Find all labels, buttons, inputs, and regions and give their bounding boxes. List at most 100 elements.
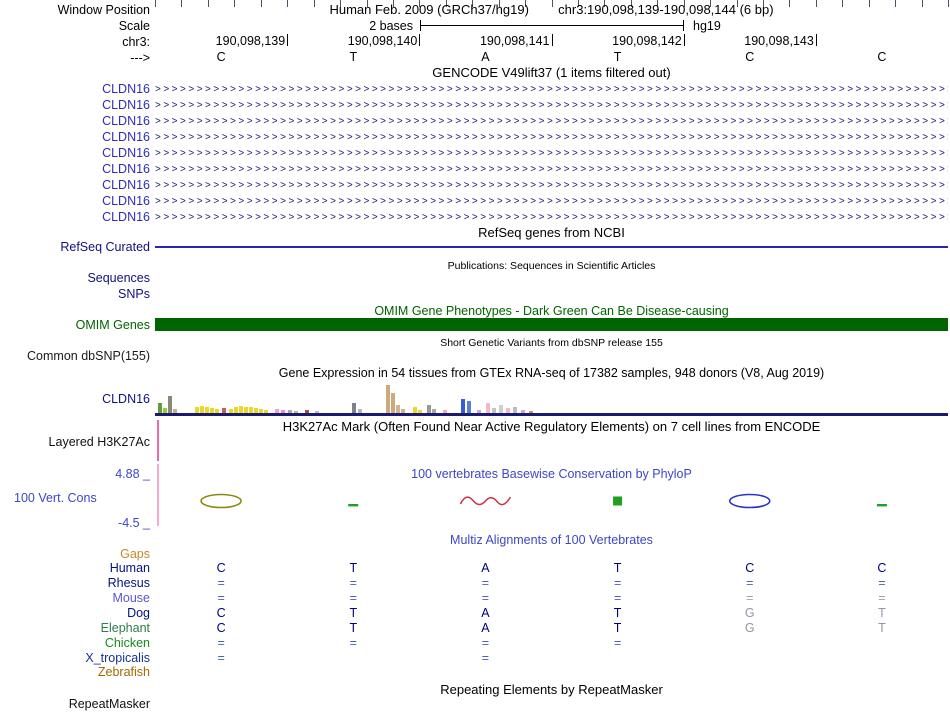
gene-track-label[interactable]: CLDN16 <box>0 114 150 128</box>
alignment-cell: = <box>217 591 225 605</box>
species-label[interactable]: Elephant <box>0 621 150 635</box>
species-label[interactable]: Rhesus <box>0 576 150 590</box>
genome-label: hg19 <box>693 19 721 33</box>
gene-track-label[interactable]: CLDN16 <box>0 210 150 224</box>
gtex-expression-bar[interactable] <box>427 405 431 413</box>
snps-track-label[interactable]: SNPs <box>0 287 150 301</box>
species-label[interactable]: Human <box>0 561 150 575</box>
gtex-expression-bar[interactable] <box>461 399 465 413</box>
dbsnp-track-label[interactable]: Common dbSNP(155) <box>0 349 150 363</box>
conservation-mark <box>613 496 623 506</box>
gtex-expression-bar[interactable] <box>486 403 490 413</box>
base-letter: C <box>745 50 755 64</box>
scale-label: Scale <box>118 19 150 33</box>
alignment-cell: T <box>349 561 358 575</box>
omim-title[interactable]: OMIM Gene Phenotypes - Dark Green Can Be… <box>155 304 948 318</box>
refseq-curated-line[interactable] <box>155 246 948 248</box>
gene-track-label[interactable]: CLDN16 <box>0 82 150 96</box>
alignment-cell: = <box>349 636 357 650</box>
scale-value: 2 bases <box>369 19 413 33</box>
species-label[interactable]: X_tropicalis <box>0 651 150 665</box>
h3k27ac-title[interactable]: H3K27Ac Mark (Often Found Near Active Re… <box>155 420 948 434</box>
gene-structure-row[interactable]: >>>>>>>>>>>>>>>>>>>>>>>>>>>>>>>>>>>>>>>>… <box>155 146 948 161</box>
gene-track-label[interactable]: CLDN16 <box>0 162 150 176</box>
refseq-title[interactable]: RefSeq genes from NCBI <box>155 226 948 240</box>
gene-structure-row[interactable]: >>>>>>>>>>>>>>>>>>>>>>>>>>>>>>>>>>>>>>>>… <box>155 130 948 145</box>
alignment-cell: C <box>216 606 226 620</box>
gtex-expression-bar[interactable] <box>467 401 471 413</box>
coordinate-label: 190,098,141 <box>479 34 550 48</box>
conservation-mark <box>728 493 771 509</box>
chrom-label: chr3: <box>122 35 150 49</box>
refseq-curated-track-label[interactable]: RefSeq Curated <box>0 240 150 254</box>
conservation-mark <box>348 504 359 507</box>
gene-track-label[interactable]: CLDN16 <box>0 194 150 208</box>
gtex-expression-bar[interactable] <box>499 405 503 413</box>
assembly-name: Human Feb. 2009 (GRCh37/hg19) <box>329 2 529 17</box>
repeatmasker-title[interactable]: Repeating Elements by RepeatMasker <box>155 683 948 697</box>
alignment-cell: T <box>613 561 622 575</box>
base-letter: T <box>613 50 622 64</box>
gene-track-label[interactable]: CLDN16 <box>0 130 150 144</box>
gtex-baseline <box>155 413 948 416</box>
species-label[interactable]: Zebrafish <box>0 665 150 679</box>
phylop-conservation-track <box>200 493 887 509</box>
alignment-cell: C <box>216 621 226 635</box>
gene-structure-row[interactable]: >>>>>>>>>>>>>>>>>>>>>>>>>>>>>>>>>>>>>>>>… <box>155 82 948 97</box>
omim-genes-track-label[interactable]: OMIM Genes <box>0 318 150 332</box>
phylop-min-label: -4.5 _ <box>118 516 150 530</box>
multiz-title[interactable]: Multiz Alignments of 100 Vertebrates <box>155 533 948 547</box>
species-label[interactable]: Gaps <box>0 547 150 561</box>
gene-track-label[interactable]: CLDN16 <box>0 146 150 160</box>
alignment-cell: T <box>613 621 622 635</box>
scale-bar-left-tick <box>420 20 421 31</box>
h3k27ac-signal-line <box>157 420 159 461</box>
publications-title[interactable]: Publications: Sequences in Scientific Ar… <box>155 259 948 273</box>
h3k27ac-track-label[interactable]: Layered H3K27Ac <box>0 435 150 449</box>
gtex-expression-bar[interactable] <box>168 396 172 413</box>
scale-bar-right-tick <box>683 20 684 31</box>
alignment-cell: T <box>349 606 358 620</box>
gencode-title[interactable]: GENCODE V49lift37 (1 items filtered out) <box>155 66 948 80</box>
gtex-expression-bar[interactable] <box>158 403 162 413</box>
window-position-label: Window Position <box>57 3 150 17</box>
phylop-track-label[interactable]: 100 Vert. Cons <box>14 491 97 505</box>
species-label[interactable]: Dog <box>0 606 150 620</box>
omim-gene-bar[interactable] <box>155 318 948 331</box>
base-letter: C <box>216 50 226 64</box>
gtex-expression-bar[interactable] <box>396 405 400 413</box>
gtex-title[interactable]: Gene Expression in 54 tissues from GTEx … <box>155 366 948 380</box>
alignment-cell: C <box>877 561 887 575</box>
repeatmasker-track-label[interactable]: RepeatMasker <box>0 697 150 711</box>
gene-structure-row[interactable]: >>>>>>>>>>>>>>>>>>>>>>>>>>>>>>>>>>>>>>>>… <box>155 210 948 225</box>
alignment-cell: C <box>745 561 755 575</box>
gene-structure-row[interactable]: >>>>>>>>>>>>>>>>>>>>>>>>>>>>>>>>>>>>>>>>… <box>155 178 948 193</box>
ruler-tick <box>948 0 949 7</box>
species-label[interactable]: Chicken <box>0 636 150 650</box>
dbsnp-title[interactable]: Short Genetic Variants from dbSNP releas… <box>155 336 948 350</box>
gtex-expression-bar[interactable] <box>200 406 204 413</box>
alignment-cell: T <box>349 621 358 635</box>
gene-track-label[interactable]: CLDN16 <box>0 98 150 112</box>
gene-structure-row[interactable]: >>>>>>>>>>>>>>>>>>>>>>>>>>>>>>>>>>>>>>>>… <box>155 162 948 177</box>
gene-structure-row[interactable]: >>>>>>>>>>>>>>>>>>>>>>>>>>>>>>>>>>>>>>>>… <box>155 98 948 113</box>
gtex-gene-label[interactable]: CLDN16 <box>0 392 150 406</box>
gtex-bar-chart[interactable] <box>155 382 948 414</box>
gtex-expression-bar[interactable] <box>391 393 395 413</box>
alignment-cell: T <box>878 621 886 635</box>
gtex-expression-bar[interactable] <box>386 385 390 413</box>
gene-structure-row[interactable]: >>>>>>>>>>>>>>>>>>>>>>>>>>>>>>>>>>>>>>>>… <box>155 194 948 209</box>
alignment-cell: = <box>349 576 357 590</box>
gtex-expression-bar[interactable] <box>352 403 356 413</box>
alignment-cell: = <box>481 651 490 665</box>
species-label[interactable]: Mouse <box>0 591 150 605</box>
alignment-cell: = <box>481 591 490 605</box>
sequences-track-label[interactable]: Sequences <box>0 271 150 285</box>
phylop-title[interactable]: 100 vertebrates Basewise Conservation by… <box>155 467 948 481</box>
gene-structure-row[interactable]: >>>>>>>>>>>>>>>>>>>>>>>>>>>>>>>>>>>>>>>>… <box>155 114 948 129</box>
position-range: chr3:190,098,139-190,098,144 (6 bp) <box>558 2 774 17</box>
gtex-expression-bar[interactable] <box>239 406 243 413</box>
strand-direction-label: ---> <box>130 51 150 65</box>
alignment-cell: T <box>878 606 886 620</box>
gene-track-label[interactable]: CLDN16 <box>0 178 150 192</box>
